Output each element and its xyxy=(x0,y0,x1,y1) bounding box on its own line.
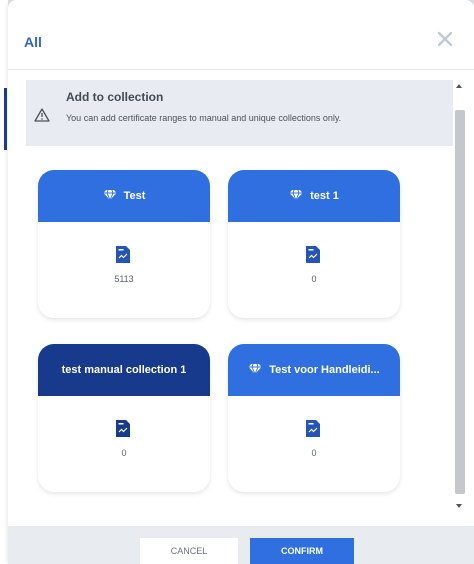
certificate-count: 0 xyxy=(121,448,127,458)
dialog-body: Add to collection You can add certificat… xyxy=(8,70,474,526)
collection-card-test-manual-collection-1[interactable]: test manual collection 1 0 xyxy=(38,344,210,492)
scroll-down-icon[interactable] xyxy=(456,504,462,508)
certificate-file-icon xyxy=(116,246,130,263)
collection-name: test manual collection 1 xyxy=(61,364,187,376)
warning-icon xyxy=(34,108,50,122)
confirm-button[interactable]: CONFIRM xyxy=(250,538,354,564)
diamond-icon xyxy=(289,189,303,204)
scrollbar[interactable] xyxy=(454,80,466,514)
collection-card-header: test 1 xyxy=(228,170,400,222)
diamond-icon xyxy=(103,189,117,204)
notice-text: You can add certificate ranges to manual… xyxy=(66,113,342,123)
collection-card-header: Test voor Handleidi... xyxy=(228,344,400,396)
cancel-button[interactable]: CANCEL xyxy=(140,538,238,564)
close-icon[interactable] xyxy=(436,30,454,48)
certificate-count: 5113 xyxy=(114,274,134,284)
nav-indicator xyxy=(4,88,7,150)
notice-title: Add to collection xyxy=(66,90,164,104)
certificate-count: 0 xyxy=(311,448,317,458)
diamond-icon xyxy=(248,363,262,378)
dialog-footer: CANCEL CONFIRM xyxy=(8,526,474,564)
page-edge xyxy=(0,0,8,564)
dialog-header: All xyxy=(8,0,474,70)
collection-name: Test voor Handleidi... xyxy=(269,364,380,376)
collection-card-test-voor-handleiding[interactable]: Test voor Handleidi... 0 xyxy=(228,344,400,492)
info-notice: Add to collection You can add certificat… xyxy=(26,80,453,146)
scrollbar-thumb[interactable] xyxy=(455,110,465,494)
certificate-file-icon xyxy=(306,246,320,263)
certificate-count: 0 xyxy=(311,274,317,284)
collection-name: test 1 xyxy=(310,190,339,202)
collection-card-header: test manual collection 1 xyxy=(38,344,210,396)
collection-card-header: Test xyxy=(38,170,210,222)
collection-card-test[interactable]: Test 5113 xyxy=(38,170,210,318)
add-to-collection-dialog: All Add to collection You can add certif… xyxy=(8,0,474,564)
certificate-file-icon xyxy=(306,420,320,437)
certificate-file-icon xyxy=(116,420,130,437)
dialog-title: All xyxy=(24,34,42,50)
collection-card-test-1[interactable]: test 1 0 xyxy=(228,170,400,318)
collection-name: Test xyxy=(123,190,146,202)
scroll-up-icon[interactable] xyxy=(456,84,462,88)
